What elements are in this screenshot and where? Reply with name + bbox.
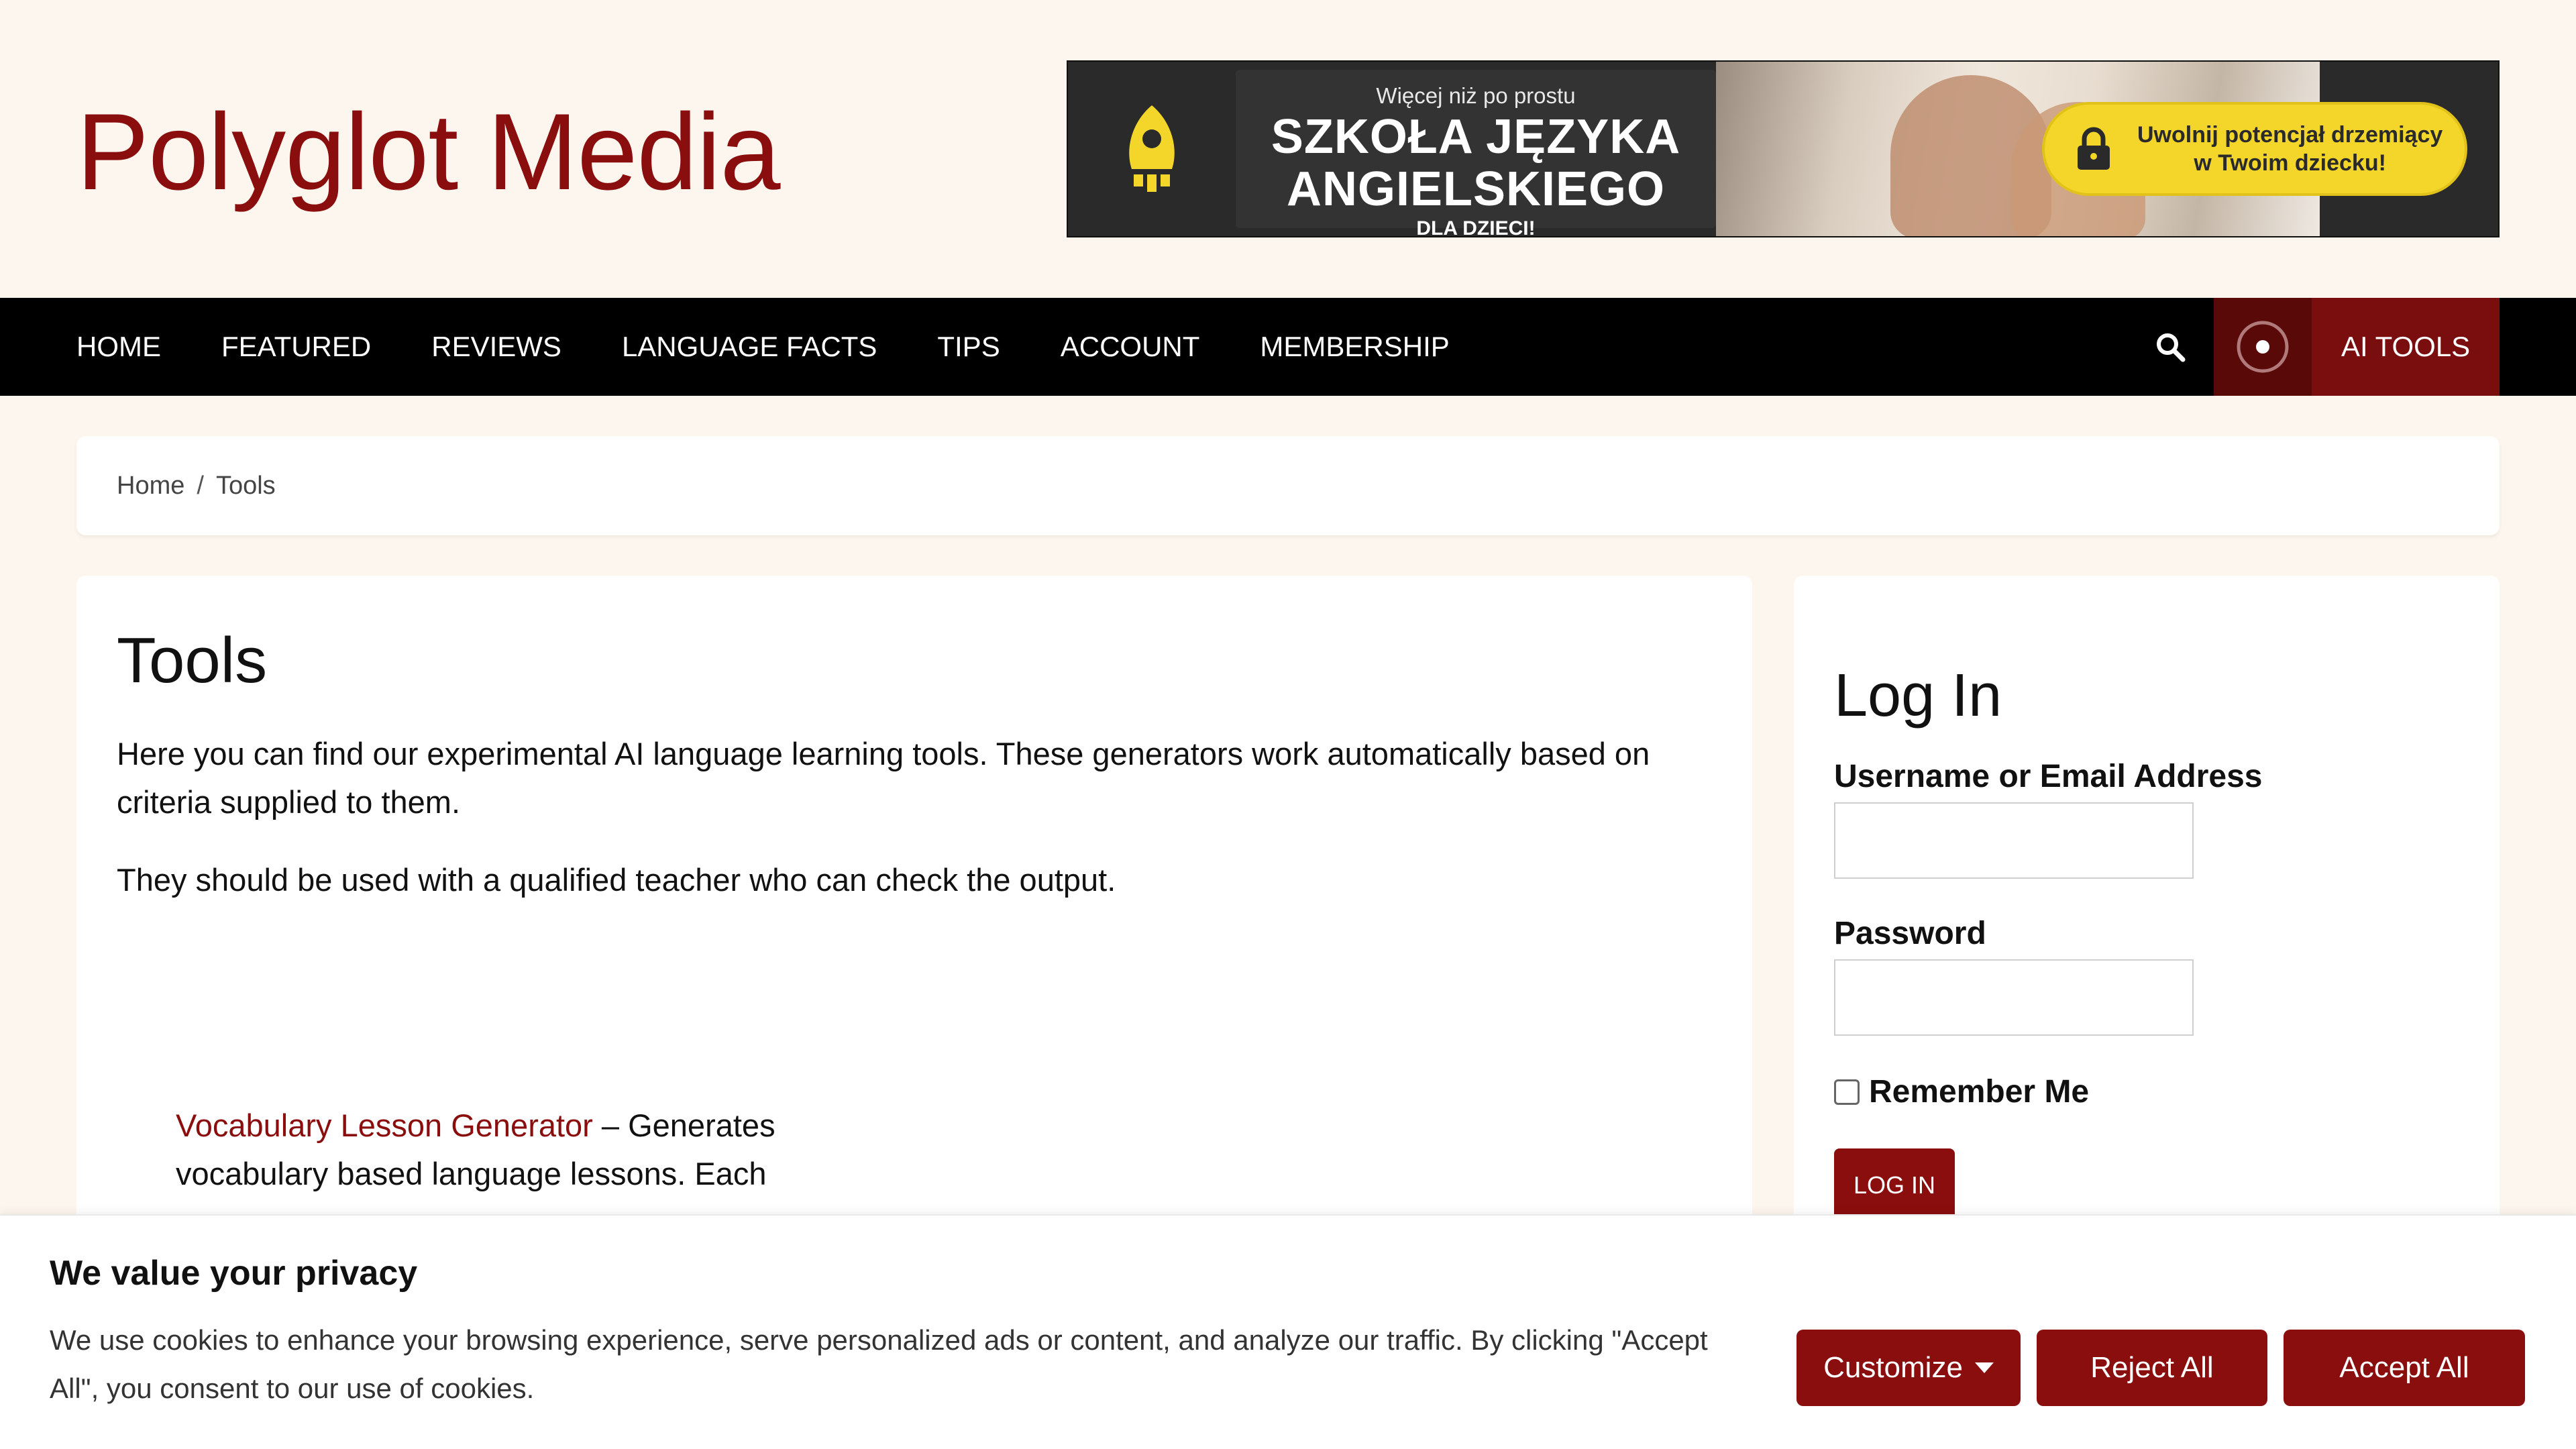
teacher-note: They should be used with a qualified tea… <box>117 862 1116 898</box>
password-field[interactable] <box>1834 959 2194 1036</box>
ad-subheadline: DLA DZIECI! <box>1416 217 1536 237</box>
ad-text-box: Więcej niż po prostu SZKOŁA JĘZYKA ANGIE… <box>1236 70 1716 236</box>
cookie-title: We value your privacy <box>50 1254 418 1293</box>
reject-all-button[interactable]: Reject All <box>2037 1330 2267 1406</box>
breadcrumb-separator: / <box>197 471 204 500</box>
remember-me-checkbox[interactable] <box>1834 1079 1860 1105</box>
vocabulary-lesson-generator-link[interactable]: Vocabulary Lesson Generator <box>176 1108 593 1143</box>
main-navbar: HOME FEATURED REVIEWS LANGUAGE FACTS TIP… <box>0 298 2576 396</box>
remember-me: Remember Me <box>1834 1073 2089 1110</box>
caret-down-icon <box>1974 1362 1994 1373</box>
remember-me-label: Remember Me <box>1869 1074 2090 1110</box>
intro-paragraph: Here you can find our experimental AI la… <box>117 736 1650 820</box>
page-title: Tools <box>117 625 268 696</box>
cookie-consent-banner: We value your privacy We use cookies to … <box>0 1214 2576 1449</box>
ad-headline-line2: ANGIELSKIEGO <box>1286 162 1666 216</box>
nav-item-tips[interactable]: TIPS <box>937 331 1000 363</box>
nav-item-featured[interactable]: FEATURED <box>221 331 371 363</box>
nav-item-language-facts[interactable]: LANGUAGE FACTS <box>622 331 877 363</box>
ad-headline-line1: SZKOŁA JĘZYKA <box>1271 110 1681 164</box>
ad-cta-button[interactable]: Uwolnij potencjał drzemiący w Twoim dzie… <box>2042 102 2467 196</box>
breadcrumb-home-link[interactable]: Home <box>117 472 184 500</box>
rocket-logo-icon <box>1115 102 1189 203</box>
tool-description: – Generates <box>592 1108 775 1143</box>
ai-tools-button[interactable]: AI TOOLS <box>2214 298 2500 396</box>
nav-item-account[interactable]: ACCOUNT <box>1061 331 1200 363</box>
breadcrumb-current: Tools <box>215 471 276 500</box>
record-icon <box>2214 298 2312 396</box>
login-title: Log In <box>1834 662 2002 729</box>
tool-description-continued: vocabulary based language lessons. Each <box>176 1156 767 1191</box>
tool-list-item: Vocabulary Lesson Generator – Generates … <box>176 1102 847 1198</box>
site-header: Polyglot Media Więcej niż po prostu SZKO… <box>0 0 2576 298</box>
ad-cta-text: Uwolnij potencjał drzemiący w Twoim dzie… <box>2137 121 2443 177</box>
nav-item-home[interactable]: HOME <box>76 331 161 363</box>
breadcrumb: Home / Tools <box>76 436 2500 535</box>
site-title[interactable]: Polyglot Media <box>76 87 781 217</box>
ai-tools-label: AI TOOLS <box>2341 331 2471 362</box>
ad-cta-line1: Uwolnij potencjał drzemiący <box>2137 122 2443 148</box>
customize-label: Customize <box>1823 1351 1963 1384</box>
ad-kicker: Więcej niż po prostu <box>1376 83 1576 108</box>
password-label: Password <box>1834 916 1986 951</box>
search-icon[interactable] <box>2151 327 2190 366</box>
username-field[interactable] <box>1834 802 2194 879</box>
ad-banner[interactable]: Więcej niż po prostu SZKOŁA JĘZYKA ANGIE… <box>1067 60 2500 237</box>
ad-cta-line2: w Twoim dziecku! <box>2194 150 2386 176</box>
nav-item-reviews[interactable]: REVIEWS <box>431 331 561 363</box>
username-label: Username or Email Address <box>1834 759 2263 794</box>
login-button[interactable]: LOG IN <box>1834 1148 1955 1222</box>
cookie-text: We use cookies to enhance your browsing … <box>50 1324 1708 1404</box>
accept-all-button[interactable]: Accept All <box>2284 1330 2525 1406</box>
lock-icon <box>2070 125 2117 172</box>
nav-menu: HOME FEATURED REVIEWS LANGUAGE FACTS TIP… <box>76 298 1510 396</box>
customize-button[interactable]: Customize <box>1796 1330 2021 1406</box>
nav-item-membership[interactable]: MEMBERSHIP <box>1260 331 1449 363</box>
